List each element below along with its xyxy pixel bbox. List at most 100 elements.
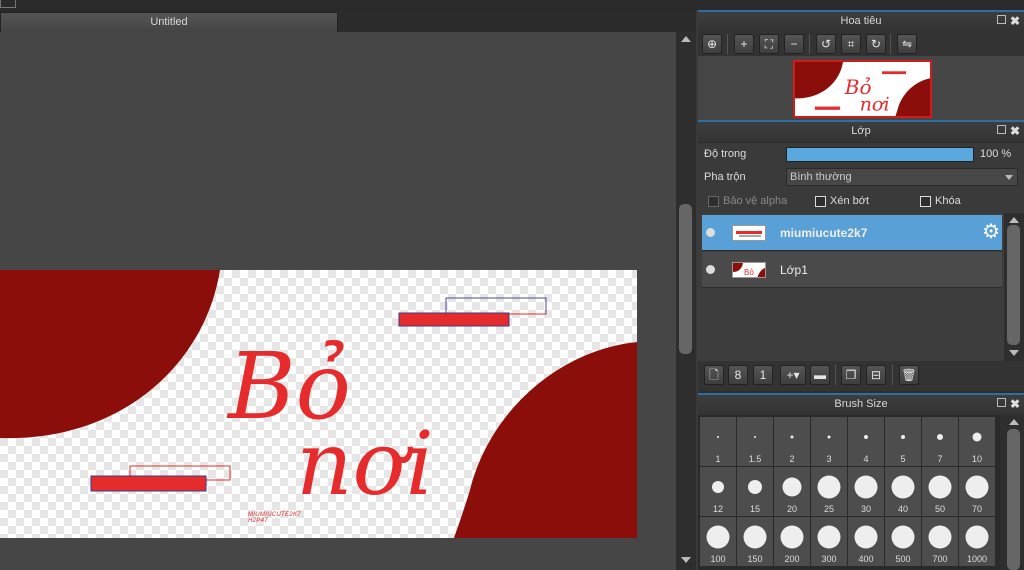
brush-size-option[interactable]: 50: [922, 467, 958, 516]
zoom-fit-icon[interactable]: ⊕: [702, 34, 722, 54]
brush-size-option[interactable]: 12: [700, 467, 736, 516]
chevron-down-icon: [1005, 175, 1013, 180]
brush-preview-dot: [965, 525, 989, 549]
protect-alpha-checkbox[interactable]: [708, 196, 719, 207]
brush-size-option[interactable]: 700: [922, 517, 958, 566]
close-icon[interactable]: ✖: [1010, 395, 1020, 414]
brush-size-value: 1: [715, 454, 721, 464]
scroll-thumb[interactable]: [679, 204, 692, 354]
clipping-label: Xén bớt: [830, 195, 870, 207]
brush-size-option[interactable]: 500: [885, 517, 921, 566]
brush-preview-dot: [854, 475, 878, 499]
add-layer-dropdown-icon[interactable]: +▾: [780, 365, 806, 385]
scroll-up-arrow-icon[interactable]: [1009, 419, 1019, 425]
brush-size-value: 40: [897, 504, 908, 514]
brush-size-option[interactable]: 2: [774, 417, 810, 466]
artwork-canvas[interactable]: Bỏ nơi MIUMIUCUTE2K7 H2P47: [0, 270, 637, 538]
new-layer-icon[interactable]: 🗋: [704, 365, 724, 385]
brush-size-option[interactable]: 15: [737, 467, 773, 516]
scroll-down-arrow-icon[interactable]: [681, 557, 691, 563]
canvas-vertical-scrollbar[interactable]: [676, 32, 696, 570]
brush-size-option[interactable]: 1.5: [737, 417, 773, 466]
flip-horizontal-icon[interactable]: ⇋: [897, 34, 917, 54]
popout-icon[interactable]: [997, 15, 1006, 24]
brush-size-option[interactable]: 7: [922, 417, 958, 466]
brush-size-scrollbar[interactable]: [1004, 415, 1024, 570]
brush-size-option[interactable]: 70: [959, 467, 995, 516]
scroll-thumb[interactable]: [1007, 429, 1020, 570]
close-icon[interactable]: ✖: [1010, 12, 1020, 31]
brush-size-option[interactable]: 100: [700, 517, 736, 566]
scroll-thumb[interactable]: [1007, 225, 1020, 345]
scroll-down-arrow-icon[interactable]: [1009, 350, 1019, 356]
visibility-toggle-icon[interactable]: [706, 265, 715, 274]
duplicate-layer-icon[interactable]: ❐: [841, 365, 861, 385]
popout-icon[interactable]: [997, 125, 1006, 134]
reset-view-icon[interactable]: ⌗: [841, 34, 861, 54]
brush-preview-dot: [891, 525, 915, 549]
blend-mode-select[interactable]: Bình thường: [786, 168, 1018, 186]
brush-size-option[interactable]: 25: [811, 467, 847, 516]
fit-screen-icon[interactable]: ⛶: [759, 34, 779, 54]
layer-list-scrollbar[interactable]: [1004, 213, 1024, 361]
new-8bit-layer-icon[interactable]: 8: [728, 365, 748, 385]
new-folder-icon[interactable]: ▬: [810, 365, 830, 385]
brush-preview-dot: [817, 475, 841, 499]
brush-size-option[interactable]: 200: [774, 517, 810, 566]
canvas-area[interactable]: Bỏ nơi MIUMIUCUTE2K7 H2P47: [0, 32, 676, 570]
brush-size-value: 20: [786, 504, 797, 514]
navigator-panel-title: Hoa tiêu ✖: [698, 10, 1024, 32]
brush-size-option[interactable]: 10: [959, 417, 995, 466]
brush-preview-dot: [891, 475, 915, 499]
brush-size-value: 150: [747, 554, 763, 564]
brush-size-option[interactable]: 4: [848, 417, 884, 466]
close-icon[interactable]: ✖: [1010, 122, 1020, 141]
visibility-toggle-icon[interactable]: [706, 228, 715, 237]
layer-row[interactable]: Bỏ Lớp1: [702, 252, 1002, 288]
brush-size-option[interactable]: 3: [811, 417, 847, 466]
lock-checkbox[interactable]: [920, 196, 931, 207]
popout-icon[interactable]: [997, 398, 1006, 407]
scroll-up-arrow-icon[interactable]: [1009, 217, 1019, 223]
credit-text: MIUMIUCUTE2K7 H2P47: [248, 512, 301, 524]
brush-preview-dot: [901, 435, 905, 439]
brush-size-option[interactable]: 30: [848, 467, 884, 516]
layers-title-text: Lớp: [851, 125, 871, 137]
right-panel-dock: Hoa tiêu ✖ ⊕ + ⛶ − ↺ ⌗ ↻ ⇋ Bỏ nơi Lớp ✖ Độ tron…: [698, 10, 1024, 570]
brush-size-option[interactable]: 40: [885, 467, 921, 516]
brush-preview-dot: [827, 435, 831, 439]
rotate-left-icon[interactable]: ↺: [816, 34, 836, 54]
toolbar-separator: [835, 365, 836, 385]
brush-size-value: 400: [858, 554, 874, 564]
brush-size-value: 25: [823, 504, 834, 514]
brush-size-option[interactable]: 300: [811, 517, 847, 566]
brush-preview-dot: [972, 432, 982, 442]
brush-size-option[interactable]: 400: [848, 517, 884, 566]
brush-size-option[interactable]: 150: [737, 517, 773, 566]
navigator-thumbnail: Bỏ nơi: [795, 62, 930, 116]
brush-size-option[interactable]: 20: [774, 467, 810, 516]
brush-size-option[interactable]: 5: [885, 417, 921, 466]
navigator-preview[interactable]: Bỏ nơi: [793, 60, 932, 118]
merge-down-icon[interactable]: ⊟: [866, 365, 886, 385]
scroll-up-arrow-icon[interactable]: [681, 36, 691, 42]
layer-row[interactable]: miumiucute2k7 ⚙: [702, 215, 1002, 251]
outline-rect-top: [445, 297, 547, 315]
brush-size-value: 700: [932, 554, 948, 564]
gear-icon[interactable]: ⚙: [982, 221, 1000, 243]
delete-layer-icon[interactable]: 🗑: [899, 365, 919, 385]
opacity-label: Độ trong: [704, 148, 747, 160]
opacity-slider[interactable]: [786, 147, 974, 162]
document-tab[interactable]: Untitled: [0, 12, 338, 32]
menu-stub[interactable]: [0, 0, 16, 8]
toolbar-separator: [727, 34, 728, 54]
zoom-in-icon[interactable]: +: [734, 34, 754, 54]
brush-size-option[interactable]: 1000: [959, 517, 995, 566]
new-1bit-layer-icon[interactable]: 1: [753, 365, 773, 385]
rotate-right-icon[interactable]: ↻: [866, 34, 886, 54]
brush-size-option[interactable]: 1: [700, 417, 736, 466]
navigator-preview-area[interactable]: Bỏ nơi: [698, 56, 1024, 120]
clipping-checkbox[interactable]: [815, 196, 826, 207]
brush-preview-dot: [743, 525, 767, 549]
zoom-out-icon[interactable]: −: [784, 34, 804, 54]
